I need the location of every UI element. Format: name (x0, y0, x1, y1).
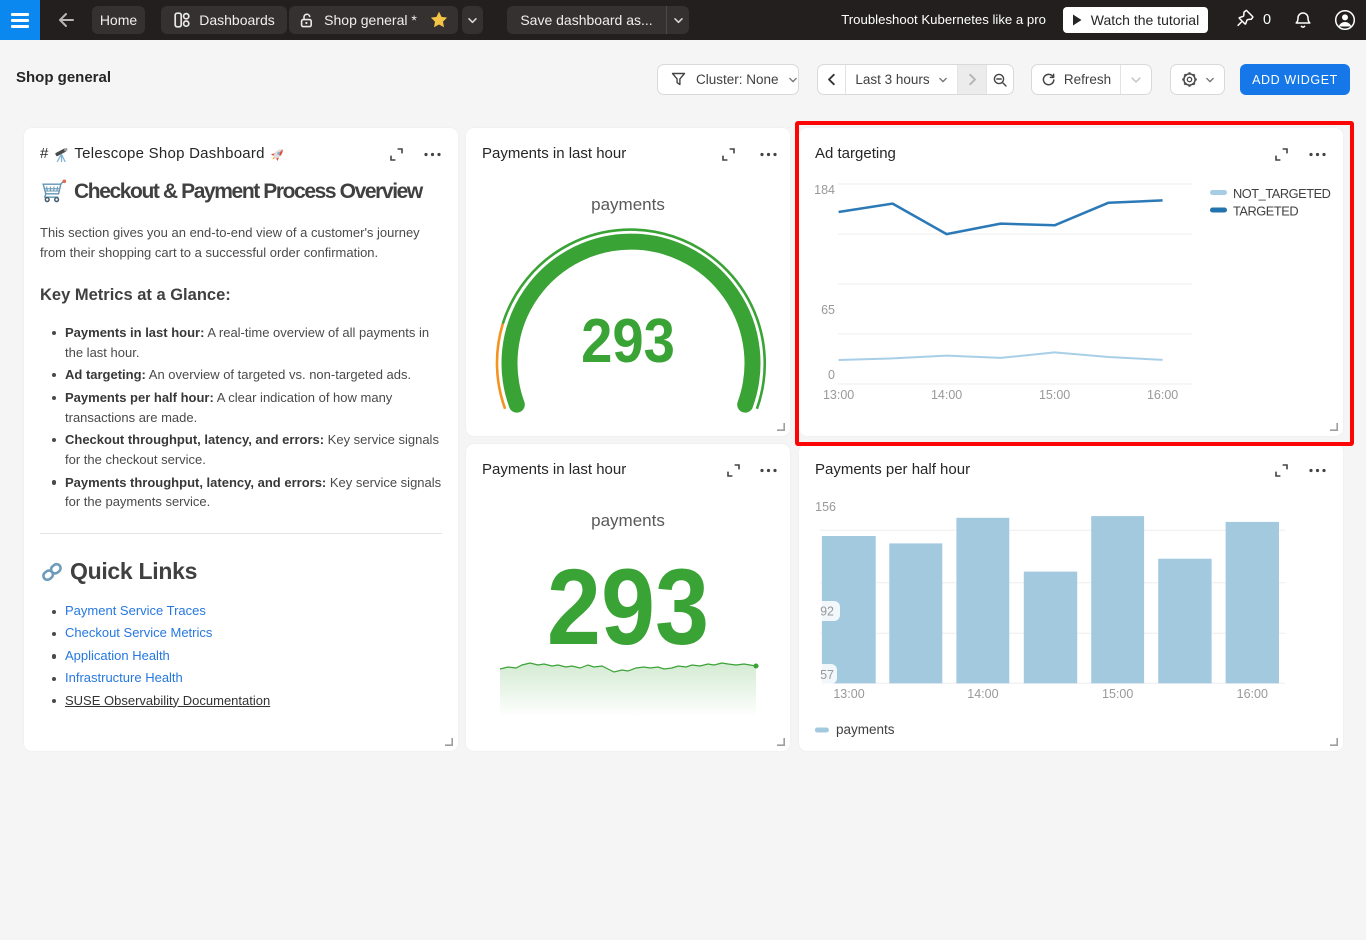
svg-text:184: 184 (814, 183, 835, 197)
svg-text:156: 156 (815, 500, 836, 514)
svg-text:14:00: 14:00 (967, 687, 998, 701)
svg-text:TARGETED: TARGETED (1233, 204, 1298, 219)
svg-text:14:00: 14:00 (931, 388, 962, 402)
svg-text:13:00: 13:00 (823, 388, 854, 402)
svg-text:15:00: 15:00 (1102, 687, 1133, 701)
svg-text:payments: payments (836, 722, 895, 737)
svg-text:NOT_TARGETED: NOT_TARGETED (1233, 186, 1331, 201)
svg-text:0: 0 (828, 368, 835, 382)
svg-text:15:00: 15:00 (1039, 388, 1070, 402)
svg-text:92: 92 (820, 605, 834, 619)
svg-text:16:00: 16:00 (1147, 388, 1178, 402)
svg-text:16:00: 16:00 (1237, 687, 1268, 701)
svg-text:57: 57 (820, 668, 834, 682)
svg-text:65: 65 (821, 303, 835, 317)
svg-text:13:00: 13:00 (833, 687, 864, 701)
